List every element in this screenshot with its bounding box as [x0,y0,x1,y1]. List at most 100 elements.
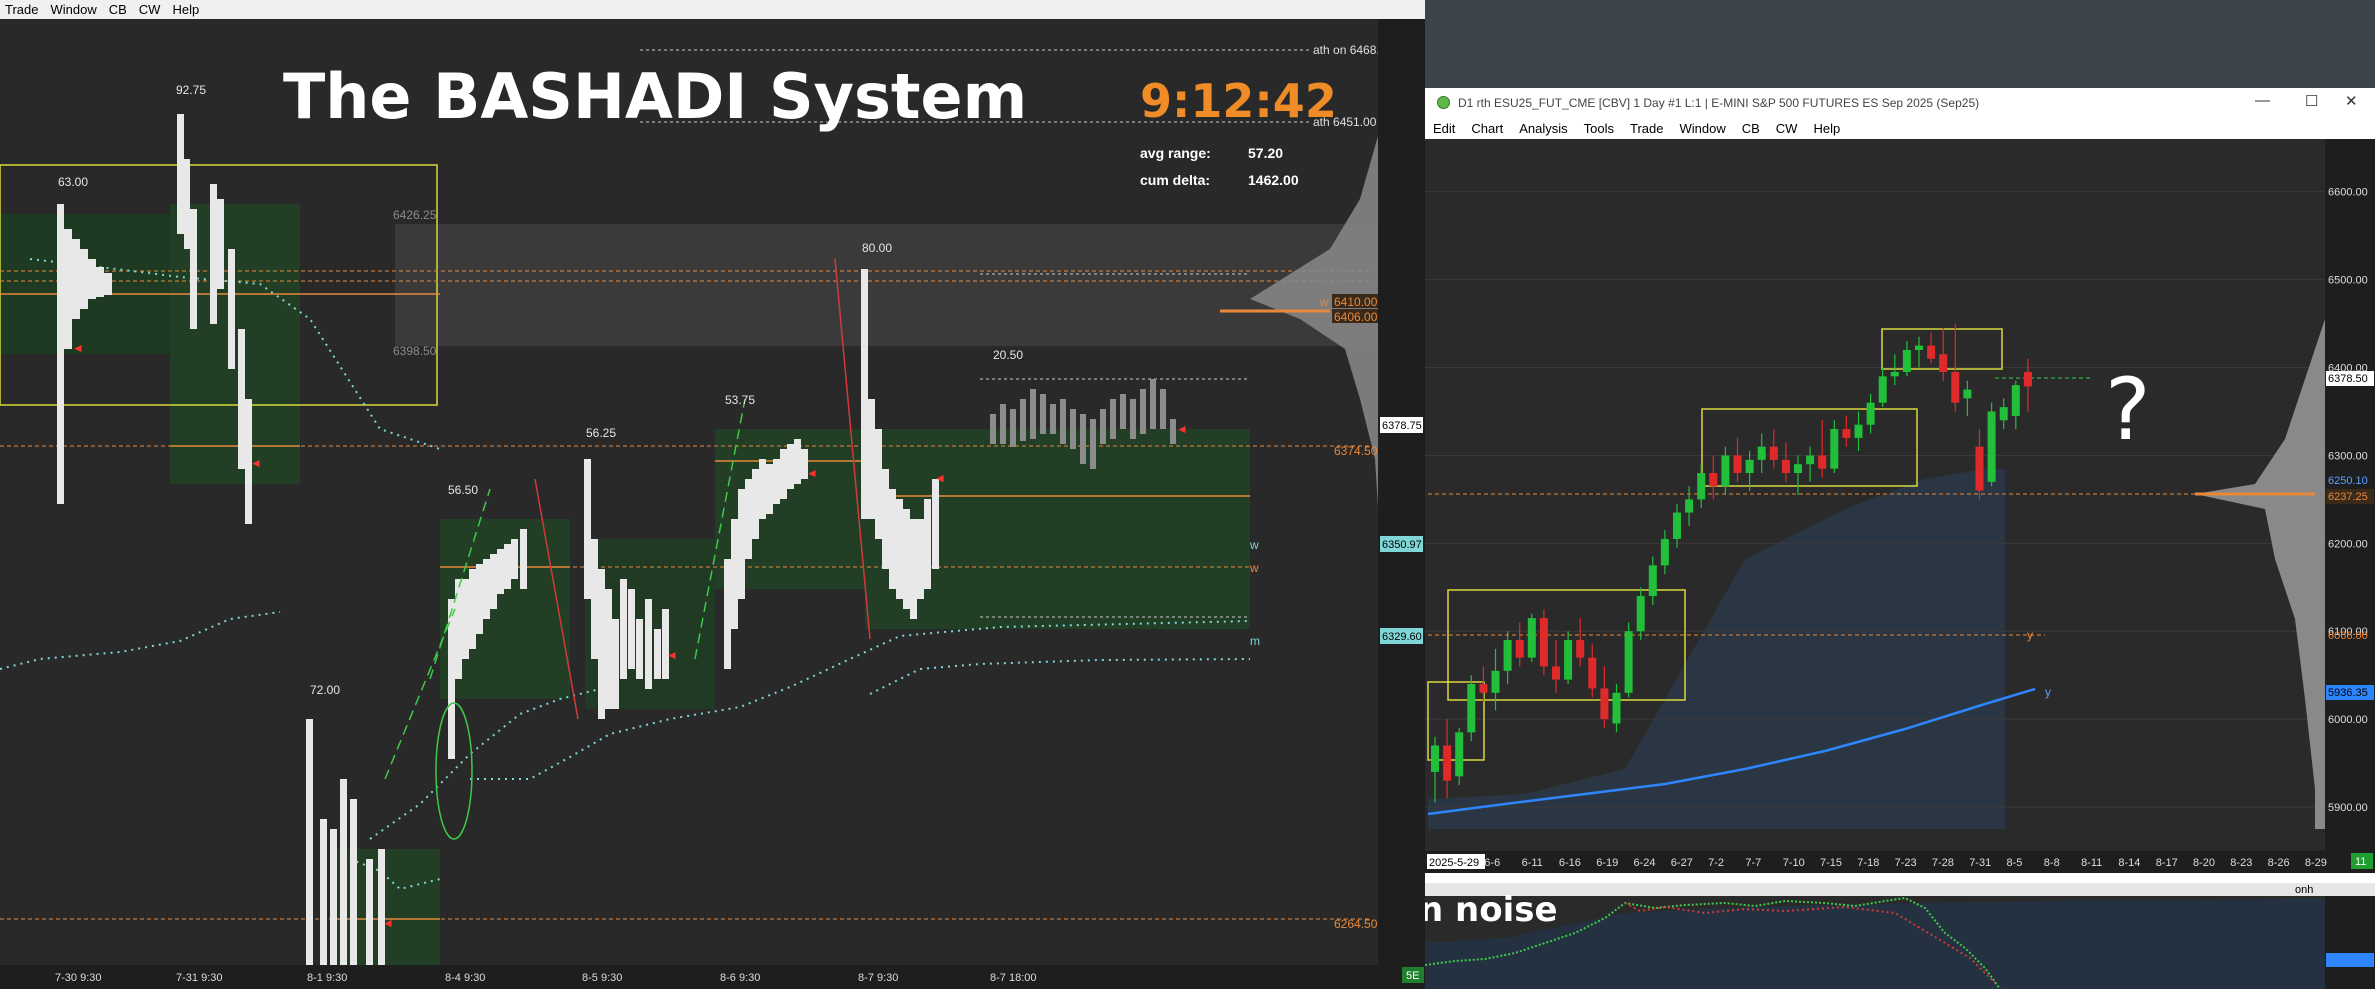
menu-tools[interactable]: Tools [1576,121,1622,136]
menu-trade[interactable]: Trade [1622,121,1671,136]
candle-body[interactable] [1987,411,1996,482]
candle-body[interactable] [1902,349,1911,372]
menu-edit[interactable]: Edit [1425,121,1463,136]
candle-body[interactable] [1890,371,1899,377]
candle-body[interactable] [1648,565,1657,597]
tpo-col [896,499,903,599]
date-label: 8-4 9:30 [445,972,485,984]
tpo-col [910,519,917,619]
tpo-col [917,519,924,599]
minimize-button[interactable]: — [2255,92,2270,109]
candle-body[interactable] [1431,745,1439,772]
candle-body[interactable] [1588,657,1597,689]
candle-body[interactable] [1878,376,1887,403]
daily-window-title: D1 rth ESU25_FUT_CME [CBV] 1 Day #1 L:1 … [1458,95,1980,110]
menu-help[interactable]: Help [1805,121,1848,136]
session-label: 92.75 [176,83,206,97]
candle-body[interactable] [2011,385,2020,416]
price-level-6398: 6398.50 [393,344,437,358]
candle-body[interactable] [1564,640,1573,680]
menu-cw[interactable]: CW [1768,121,1806,136]
candle-body[interactable] [1455,732,1464,777]
open-marker: ◄ [934,471,946,485]
tpo-col [636,619,643,679]
candle-body[interactable] [1733,455,1742,474]
candle-body[interactable] [1842,429,1851,438]
candle-body[interactable] [1794,464,1802,474]
candle-body[interactable] [1721,455,1730,487]
price-axis-label: 5900.00 [2328,802,2368,814]
left-price-axis[interactable] [1378,19,1425,989]
menu-trade[interactable]: Trade [0,2,45,17]
menu-chart[interactable]: Chart [1463,121,1511,136]
tpo-col [780,449,787,499]
intraday-tpo-chart[interactable]: ◄ ◄ ◄ ◄ ◄ ◄ ◄ 63.00 92.75 72.00 56.50 56… [0,19,1425,989]
price-level-6264: 6264.50 [1334,917,1378,931]
tpo-col [889,489,896,589]
candle-body[interactable] [1527,618,1536,658]
candle-body[interactable] [1685,499,1694,513]
candle-body[interactable] [1951,371,1960,403]
candle-body[interactable] [1915,345,1923,350]
menu-cb[interactable]: CB [104,2,134,17]
menu-cb[interactable]: CB [1734,121,1768,136]
bottom-price-axis[interactable] [2325,896,2375,989]
candle-body[interactable] [1745,459,1754,474]
candle-body[interactable] [1552,666,1560,680]
candle-body[interactable] [1963,389,1972,399]
candle-body[interactable] [1757,446,1766,460]
candle-body[interactable] [1491,670,1500,693]
candle-body[interactable] [1467,683,1476,733]
daily-window-titlebar[interactable]: D1 rth ESU25_FUT_CME [CBV] 1 Day #1 L:1 … [1425,88,2375,117]
candle-body[interactable] [1600,688,1609,720]
menu-window[interactable]: Window [1671,121,1733,136]
candle-body[interactable] [1975,446,1984,491]
daily-price-axis[interactable] [2325,139,2375,873]
date-axis-label: 8-8 [2044,857,2060,869]
candle-body[interactable] [1515,640,1524,658]
candle-body[interactable] [1927,345,1936,359]
date-axis-label: 2025-5-29 [1429,857,1479,869]
candle-body[interactable] [1769,446,1778,460]
candle-body[interactable] [1503,640,1512,671]
candle-body[interactable] [1539,618,1548,667]
price-axis-label: 6300.00 [2328,450,2368,462]
candle-body[interactable] [1818,455,1827,469]
candle-body[interactable] [1854,424,1863,438]
candle-body[interactable] [1660,538,1669,566]
close-button[interactable]: ✕ [2345,92,2358,110]
daily-candlestick-chart[interactable]: y y ? 6600.006500.006400.006300.006200.0… [1425,139,2375,873]
tpo-col [645,599,652,689]
menu-analysis[interactable]: Analysis [1511,121,1575,136]
tpo-col [210,184,217,324]
candle-body[interactable] [1443,745,1452,781]
candle-body[interactable] [1479,683,1488,693]
tpo-col [190,209,197,329]
maximize-button[interactable]: ☐ [2305,92,2318,110]
candle-body[interactable] [1709,473,1718,487]
date-axis-label: 8-29 [2305,857,2327,869]
date-axis-label: 8-14 [2118,857,2140,869]
candle-body[interactable] [1866,402,1875,425]
menu-help[interactable]: Help [167,2,206,17]
candle-body[interactable] [1999,407,2008,421]
candle-body[interactable] [1624,631,1633,693]
date-axis-label: 8-5 [2007,857,2023,869]
candle-body[interactable] [1673,512,1681,539]
candle-body[interactable] [1939,354,1948,372]
menu-cw[interactable]: CW [134,2,168,17]
menu-window[interactable]: Window [45,2,103,17]
vwap-price-label: 6350.97 [1382,539,1422,551]
candle-body[interactable] [1612,692,1621,724]
candle-body[interactable] [1636,596,1645,632]
bottom-chart-pane[interactable]: onh n noise [1425,873,2375,989]
candle-body[interactable] [2023,371,2032,387]
candle-body[interactable] [1697,473,1706,500]
daily-corner-badge-label: 11 [2355,856,2366,868]
candle-body[interactable] [1806,455,1815,465]
candle-body[interactable] [1781,459,1790,474]
tpo-col [490,554,497,609]
bottom-price-tag [2326,953,2374,967]
candle-body[interactable] [1576,640,1585,658]
candle-body[interactable] [1830,429,1839,469]
